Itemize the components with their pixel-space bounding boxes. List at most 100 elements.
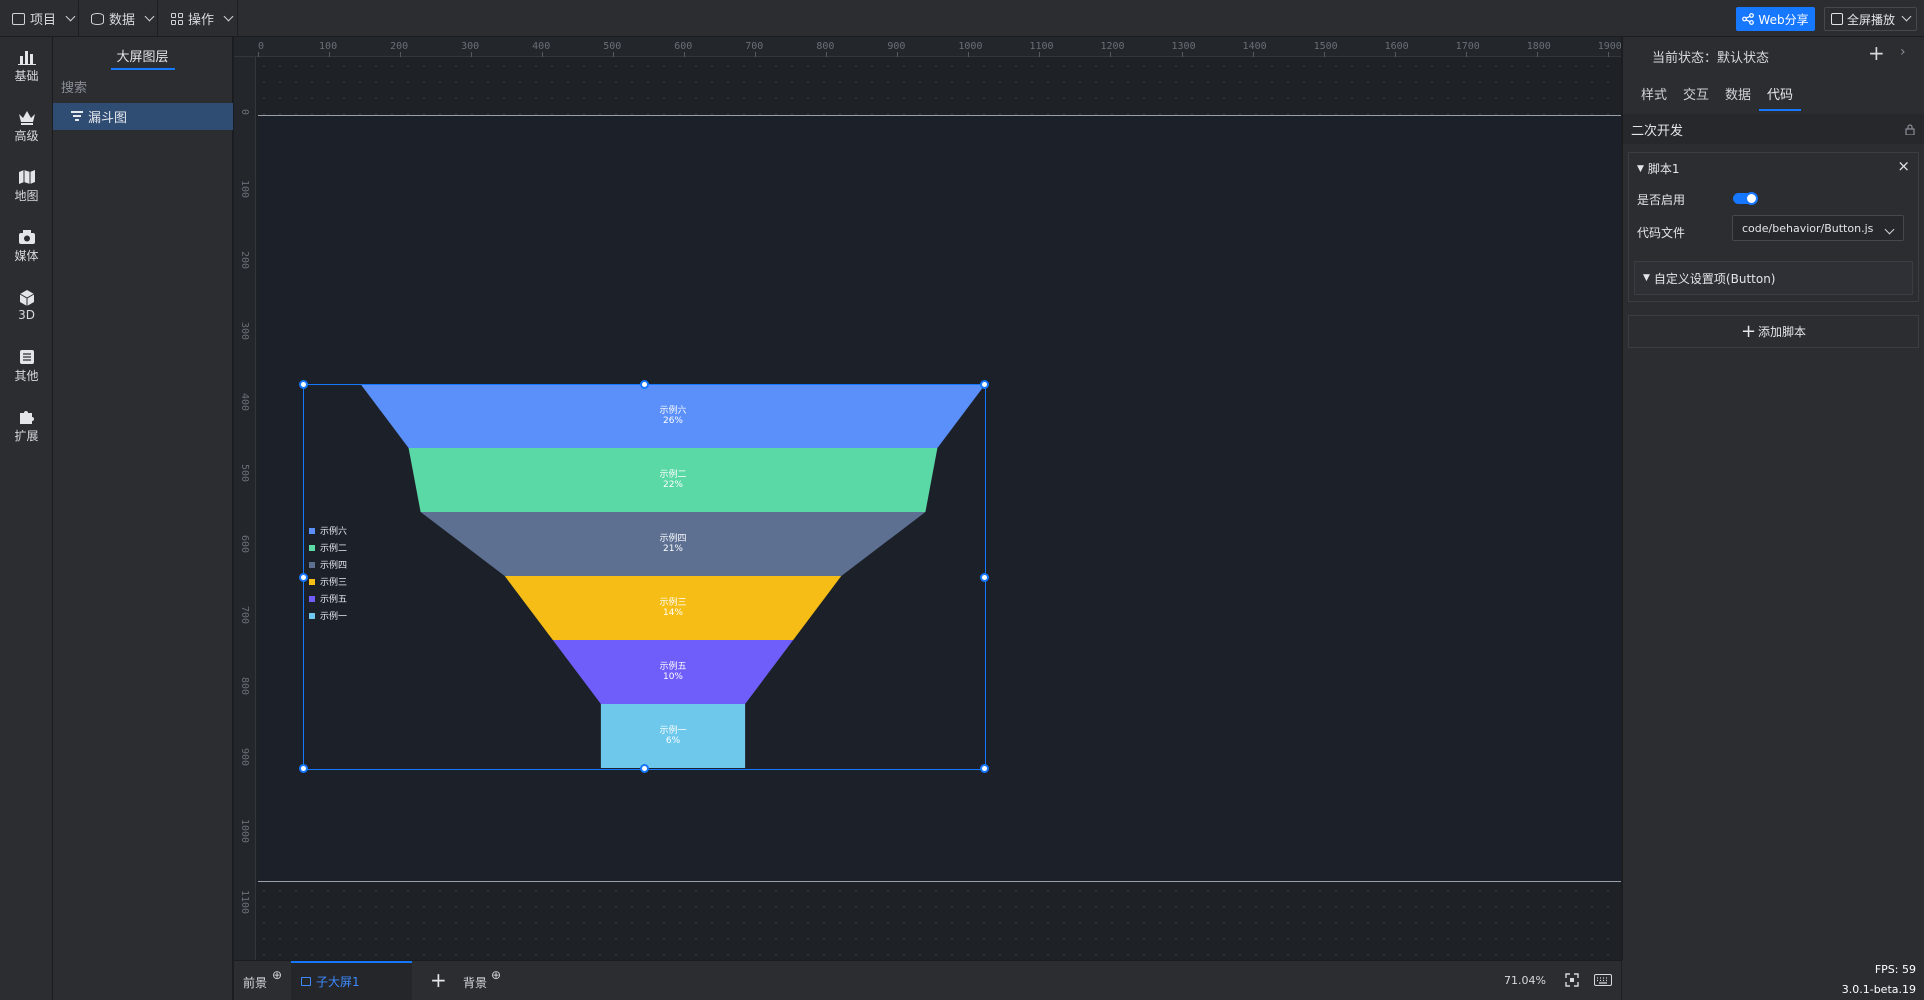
- menu-data[interactable]: 数据: [91, 0, 159, 37]
- add-state-icon[interactable]: +: [1868, 43, 1885, 63]
- add-background-icon[interactable]: ⊕: [491, 968, 501, 982]
- resize-handle[interactable]: [980, 380, 989, 389]
- layer-item[interactable]: 漏斗图: [53, 103, 233, 130]
- bottom-bar: 前景 ⊕ 子大屏1 + 背景 ⊕ 71.04%: [234, 960, 1621, 1000]
- custom-settings-panel[interactable]: ▼ 自定义设置项(Button): [1634, 261, 1913, 295]
- ruler-tick: [897, 52, 899, 57]
- chevron-down-icon: [65, 11, 76, 21]
- nav-item-basic[interactable]: 基础: [0, 41, 53, 91]
- selection-box[interactable]: [299, 380, 989, 773]
- custom-settings-label: 自定义设置项(Button): [1653, 271, 1776, 286]
- tab-style[interactable]: 样式: [1633, 81, 1675, 111]
- nav-item-other[interactable]: 其他: [0, 341, 53, 391]
- ruler-tick: [1536, 52, 1538, 57]
- screen-area[interactable]: 示例六 26% 示例二 22% 示例四 21% 示例三 14% 示例五 10% 示例一 6% 示例六 示例…: [258, 115, 1621, 882]
- menu-operate[interactable]: 操作: [171, 0, 238, 37]
- ruler-tick-label: 1700: [1455, 41, 1480, 52]
- sub-screen-tab[interactable]: 子大屏1: [291, 961, 412, 1000]
- ruler-tick-label: 1300: [1171, 41, 1196, 52]
- web-share-label: Web分享: [1758, 12, 1809, 27]
- fullscreen-play-button[interactable]: 全屏播放: [1824, 7, 1917, 31]
- nav-item-media[interactable]: 媒体: [0, 221, 53, 271]
- script-name: 脚本1: [1647, 162, 1680, 176]
- add-script-button[interactable]: + 添加脚本: [1628, 315, 1919, 348]
- property-panel: 当前状态：默认状态 + › 样式 交互 数据 代码 二次开发 ▼ 脚本1 × 是…: [1622, 37, 1924, 960]
- layer-search-input[interactable]: 搜索: [53, 73, 232, 99]
- nav-item-label: 地图: [14, 188, 39, 203]
- toggle-knob: [1745, 192, 1758, 205]
- web-share-button[interactable]: Web分享: [1736, 7, 1815, 31]
- nav-item-label: 3D: [18, 308, 35, 322]
- grid-icon: [171, 12, 183, 25]
- ruler-tick-label: 1400: [1242, 41, 1267, 52]
- ruler-tick-label: 900: [887, 41, 906, 52]
- chevron-right-icon[interactable]: ›: [1900, 44, 1906, 60]
- tab-code[interactable]: 代码: [1759, 81, 1802, 111]
- resize-handle[interactable]: [299, 764, 308, 773]
- ruler-tick-label: 400: [239, 393, 250, 412]
- keyboard-icon[interactable]: [1594, 974, 1612, 986]
- ruler-tick: [258, 52, 259, 57]
- code-file-select[interactable]: code/behavior/Button.js: [1732, 215, 1904, 241]
- nav-item-advanced[interactable]: 高级: [0, 101, 53, 151]
- ruler-tick-label: 500: [603, 41, 622, 52]
- layer-panel: 大屏图层 搜索 漏斗图: [53, 37, 233, 1000]
- background-tab[interactable]: 背景: [463, 974, 487, 991]
- zoom-level[interactable]: 71.04%: [1504, 974, 1546, 987]
- foreground-tab[interactable]: 前景: [243, 974, 267, 991]
- ruler-tick-label: 700: [239, 606, 250, 625]
- fps-counter: FPS: 59: [1874, 963, 1916, 976]
- nav-item-3d[interactable]: 3D: [0, 281, 53, 331]
- ruler-tick: [542, 52, 544, 57]
- lock-icon[interactable]: [1905, 123, 1915, 135]
- resize-handle[interactable]: [299, 380, 308, 389]
- ruler-tick: [1039, 52, 1041, 57]
- tab-data[interactable]: 数据: [1717, 81, 1759, 111]
- add-foreground-icon[interactable]: ⊕: [272, 968, 282, 982]
- puzzle-icon: [19, 410, 34, 424]
- bar-chart-icon: [17, 50, 36, 65]
- ruler-tick-label: 1800: [1526, 41, 1551, 52]
- background-label: 背景: [463, 976, 488, 990]
- caret-down-icon: ▼: [1643, 273, 1650, 283]
- tab-interaction[interactable]: 交互: [1675, 81, 1717, 111]
- add-screen-button[interactable]: +: [430, 968, 447, 992]
- ruler-tick-label: 600: [674, 41, 693, 52]
- ruler-tick-label: 1500: [1313, 41, 1338, 52]
- current-state-label: 当前状态：默认状态: [1652, 51, 1770, 66]
- menu-project-label: 项目: [30, 13, 57, 28]
- ruler-tick: [471, 52, 473, 57]
- ruler-tick-label: 200: [390, 41, 409, 52]
- close-icon[interactable]: ×: [1897, 157, 1910, 175]
- ruler-tick: [684, 52, 686, 57]
- cube-icon: [19, 290, 34, 306]
- fit-screen-icon[interactable]: [1565, 973, 1579, 987]
- nav-item-map[interactable]: 地图: [0, 161, 53, 211]
- resize-handle[interactable]: [640, 380, 649, 389]
- ruler-tick-label: 400: [532, 41, 551, 52]
- enable-toggle[interactable]: [1733, 192, 1758, 205]
- layer-panel-title[interactable]: 大屏图层: [53, 37, 232, 73]
- media-icon: [18, 229, 35, 244]
- section-header: 二次开发: [1623, 114, 1924, 144]
- resize-handle[interactable]: [640, 764, 649, 773]
- editor-canvas[interactable]: 0 100 200 300 400 500 600 700 800 900 1000 1100 1200…: [234, 37, 1621, 960]
- horizontal-ruler[interactable]: 0 100 200 300 400 500 600 700 800 900 1000 1100 1200…: [234, 37, 1621, 57]
- menu-project[interactable]: 项目: [12, 0, 80, 37]
- ruler-tick: [826, 52, 828, 57]
- ruler-tick-label: 300: [461, 41, 480, 52]
- ruler-tick: [1110, 52, 1112, 57]
- top-toolbar: 项目 数据 操作 Web分享 全屏播放: [0, 0, 1924, 37]
- resize-handle[interactable]: [980, 573, 989, 582]
- ruler-tick: [755, 52, 757, 57]
- script-header[interactable]: ▼ 脚本1: [1637, 160, 1680, 177]
- canvas-dot-grid: [256, 58, 1621, 115]
- database-icon: [91, 12, 104, 25]
- nav-item-extend[interactable]: 扩展: [0, 401, 53, 451]
- resize-handle[interactable]: [299, 573, 308, 582]
- file-label: 代码文件: [1637, 226, 1686, 240]
- section-title: 二次开发: [1631, 123, 1684, 139]
- share-icon: [1742, 13, 1755, 25]
- vertical-ruler[interactable]: 0 100 200 300 400 500 600 700 800 900 1000 1100: [234, 57, 256, 960]
- resize-handle[interactable]: [980, 764, 989, 773]
